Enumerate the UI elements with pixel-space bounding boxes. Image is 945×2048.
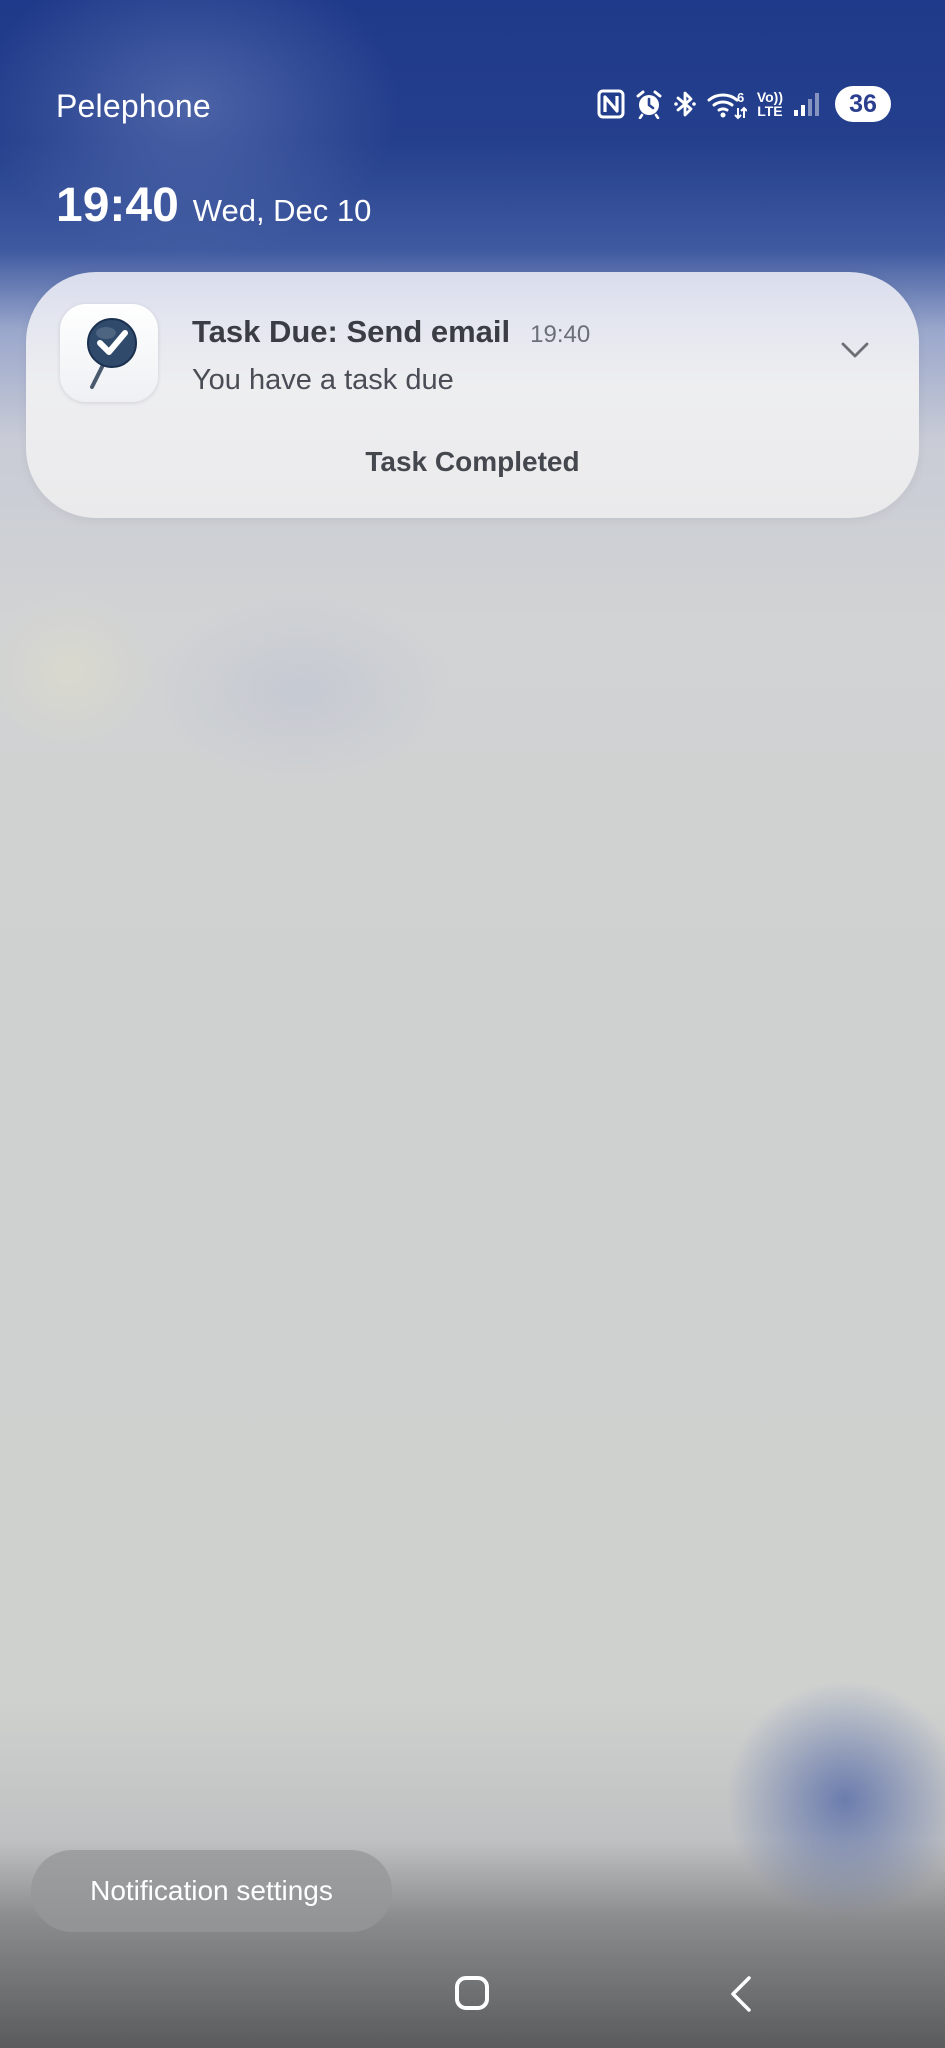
nfc-icon bbox=[597, 89, 625, 119]
bluetooth-icon bbox=[673, 89, 697, 119]
clock-time: 19:40 bbox=[56, 179, 179, 232]
volte-lte-icon: Vo)) LTE bbox=[757, 90, 783, 118]
volte-label: Vo)) bbox=[756, 89, 783, 105]
wifi-6-icon: 6 bbox=[707, 88, 747, 120]
task-completed-button[interactable]: Task Completed bbox=[26, 446, 919, 478]
notification-time: 19:40 bbox=[530, 321, 591, 348]
home-icon[interactable] bbox=[455, 1976, 489, 2010]
back-icon[interactable] bbox=[727, 1974, 755, 2014]
notification-title: Task Due: Send email bbox=[192, 314, 511, 349]
chevron-down-icon[interactable] bbox=[837, 338, 873, 362]
notification-card[interactable]: Task Due: Send email 19:40 You have a ta… bbox=[26, 272, 919, 518]
task-pin-check-icon bbox=[60, 304, 158, 402]
wifi-6-label: 6 bbox=[737, 90, 744, 105]
notification-header: Task Due: Send email 19:40 bbox=[192, 314, 590, 350]
status-icons: 6 Vo)) LTE 36 bbox=[597, 86, 891, 122]
alarm-icon bbox=[635, 89, 663, 119]
notification-settings-button[interactable]: Notification settings bbox=[31, 1850, 392, 1932]
clock-date: Wed, Dec 10 bbox=[192, 193, 372, 228]
lte-label: LTE bbox=[757, 103, 783, 119]
signal-icon bbox=[793, 91, 819, 117]
carrier-name: Pelephone bbox=[56, 88, 211, 124]
clock-row: 19:40 Wed, Dec 10 bbox=[56, 178, 371, 233]
notification-body: You have a task due bbox=[192, 364, 454, 396]
battery-icon: 36 bbox=[835, 86, 891, 122]
lockscreen: Pelephone 6 Vo)) LTE 36 19:40 Wed, Dec 1… bbox=[0, 0, 945, 2048]
